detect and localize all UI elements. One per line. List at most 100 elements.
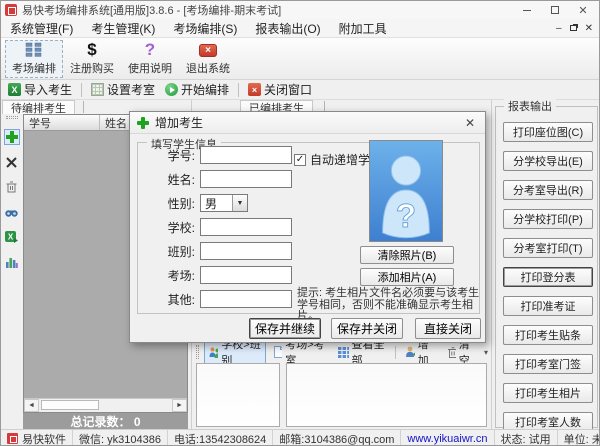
other-input[interactable]	[200, 290, 292, 308]
scrollbar-thumb[interactable]	[41, 400, 99, 410]
examinee-photo-placeholder: ?	[369, 140, 443, 242]
statistics-icon[interactable]	[4, 254, 20, 270]
tab-pending-examinees[interactable]: 待编排考生	[2, 100, 75, 114]
statusbar-website-link[interactable]: www.yikuaiwr.cn	[407, 433, 487, 445]
print-admission-ticket-button[interactable]: 打印准考证	[503, 296, 593, 316]
statusbar-email: 邮箱:3104386@qq.com	[273, 430, 401, 446]
gender-value: 男	[205, 195, 217, 212]
exam-grid-icon	[25, 41, 43, 59]
import-examinee-label: 导入考生	[24, 81, 72, 98]
print-examinee-label-button[interactable]: 打印考生贴条	[503, 325, 593, 345]
toolbar-exam-arrange-label: 考场编排	[12, 60, 56, 76]
maximize-icon[interactable]	[541, 1, 569, 19]
toolbar-grip[interactable]	[6, 116, 18, 119]
toolbar-help-button[interactable]: ? 使用说明	[121, 40, 179, 78]
scroll-right-icon[interactable]: ►	[172, 399, 187, 412]
room-grid-icon	[91, 83, 104, 96]
question-icon: ?	[145, 41, 155, 59]
gender-select[interactable]: 男 ▼	[200, 194, 248, 212]
toolbar-exam-arrange-button[interactable]: 考场编排	[5, 40, 63, 78]
export-by-school-button[interactable]: 分学校导出(E)	[503, 151, 593, 171]
mdi-restore-icon[interactable]	[570, 25, 577, 31]
statusbar-unit: 单位: 未注册单位	[558, 430, 600, 446]
app-window: 易快考场编排系统[通用版]3.8.6 - [考场编排-期末考试] ✕ 系统管理(…	[0, 0, 600, 446]
report-output-title: 报表输出	[504, 98, 556, 114]
minimize-icon[interactable]	[513, 1, 541, 19]
dialog-close-icon[interactable]: ✕	[457, 114, 483, 132]
search-icon[interactable]	[4, 204, 20, 220]
menu-examinee[interactable]: 考生管理(K)	[82, 19, 164, 37]
print-score-sheet-button[interactable]: 打印登分表	[503, 267, 593, 287]
mdi-close-icon[interactable]: ✕	[585, 23, 593, 34]
view-all-grid-icon	[338, 347, 348, 358]
toolbar-register-button[interactable]: $ 注册购买	[63, 40, 121, 78]
start-arrange-button[interactable]: 开始编排	[162, 81, 232, 99]
menu-report[interactable]: 报表输出(O)	[246, 19, 329, 37]
mdi-minimize-icon[interactable]: –	[556, 23, 562, 34]
menu-tools[interactable]: 附加工具	[330, 19, 396, 37]
export-excel-icon[interactable]: X	[4, 229, 20, 245]
toolbar-overflow-icon[interactable]: ▾	[484, 348, 488, 357]
statusbar-status: 状态: 试用	[495, 430, 558, 446]
statusbar: 易快软件 微信: yk3104386 电话:13542308624 邮箱:310…	[1, 429, 599, 446]
dollar-icon: $	[87, 41, 96, 59]
menu-system[interactable]: 系统管理(F)	[1, 19, 82, 37]
print-by-school-button[interactable]: 分学校打印(P)	[503, 209, 593, 229]
other-label: 其他:	[136, 291, 200, 308]
add-icon	[136, 116, 150, 130]
close-window-button[interactable]: × 关闭窗口	[245, 81, 315, 99]
left-vertical-toolbar: X	[2, 116, 21, 270]
exam-site-label: 考场:	[136, 267, 200, 284]
clear-trash-icon	[448, 347, 456, 358]
setup-room-button[interactable]: 设置考室	[88, 81, 158, 99]
class-label: 班别:	[136, 243, 200, 260]
delete-icon[interactable]	[4, 154, 20, 170]
column-student-id[interactable]: 学号	[24, 115, 100, 130]
toolbar-exit-label: 退出系统	[186, 60, 230, 76]
dialog-titlebar: 增加考生 ✕	[130, 112, 485, 134]
separator	[238, 83, 239, 97]
chevron-down-icon[interactable]: ▼	[232, 195, 247, 211]
print-seating-chart-button[interactable]: 打印座位图(C)	[503, 122, 593, 142]
exit-icon: ×	[199, 44, 217, 57]
brand-icon	[7, 433, 18, 444]
save-and-close-button[interactable]: 保存并关闭	[331, 318, 403, 339]
close-window-label: 关闭窗口	[264, 81, 312, 98]
add-examinee-icon[interactable]	[4, 129, 20, 145]
school-input[interactable]	[200, 218, 292, 236]
clear-photo-button[interactable]: 清除照片(B)	[360, 246, 454, 264]
separator	[81, 83, 82, 97]
print-by-room-button[interactable]: 分考室打印(T)	[503, 238, 593, 258]
horizontal-scrollbar[interactable]: ◄ ►	[24, 398, 187, 412]
main-toolbar: 考场编排 $ 注册购买 ? 使用说明 × 退出系统	[1, 38, 599, 80]
import-examinee-button[interactable]: X 导入考生	[5, 81, 75, 99]
add-photo-button[interactable]: 添加相片(A)	[360, 268, 454, 286]
name-input[interactable]	[200, 170, 292, 188]
scrollbar-track[interactable]	[39, 399, 172, 412]
menu-arrange[interactable]: 考场编排(S)	[164, 19, 246, 37]
toolbar-exit-button[interactable]: × 退出系统	[179, 40, 237, 78]
print-examinee-photo-button[interactable]: 打印考生相片	[503, 383, 593, 403]
toolbar-grip[interactable]	[196, 345, 199, 359]
student-id-input[interactable]	[200, 146, 292, 164]
close-icon[interactable]: ✕	[569, 1, 597, 19]
trash-icon[interactable]	[4, 179, 20, 195]
start-arrange-label: 开始编排	[181, 81, 229, 98]
print-room-door-sign-button[interactable]: 打印考室门签	[503, 354, 593, 374]
exam-site-input[interactable]	[200, 266, 292, 284]
name-label: 姓名:	[136, 171, 200, 188]
group-list-panel[interactable]	[196, 363, 280, 427]
checkbox-checked-icon[interactable]: ✓	[294, 154, 306, 166]
person-question-icon: ?	[370, 140, 442, 242]
detail-list-panel[interactable]	[286, 363, 487, 427]
export-by-room-button[interactable]: 分考室导出(R)	[503, 180, 593, 200]
scroll-left-icon[interactable]: ◄	[24, 399, 39, 412]
close-directly-button[interactable]: 直接关闭	[415, 318, 481, 339]
report-output-panel: 报表输出 打印座位图(C) 分学校导出(E) 分考室导出(R) 分学校打印(P)…	[491, 100, 600, 429]
dialog-title: 增加考生	[155, 114, 203, 131]
class-input[interactable]	[200, 242, 292, 260]
save-and-continue-button[interactable]: 保存并继续	[249, 318, 321, 339]
center-lists	[192, 363, 491, 427]
titlebar: 易快考场编排系统[通用版]3.8.6 - [考场编排-期末考试] ✕	[1, 1, 599, 19]
separator	[83, 101, 84, 113]
